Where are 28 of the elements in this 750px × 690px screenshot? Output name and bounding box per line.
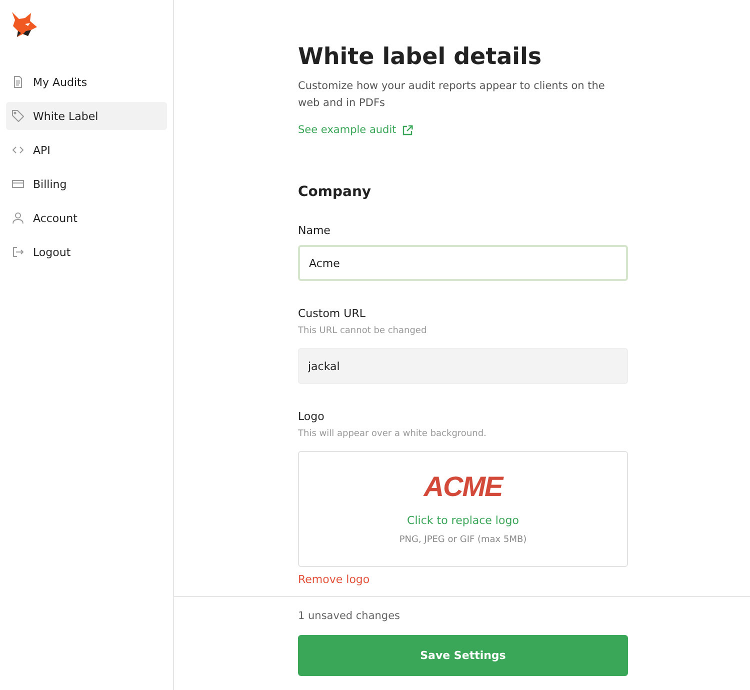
field-label: Logo — [298, 410, 326, 423]
file-format-note: PNG, JPEG or GIF (max 5MB) — [399, 535, 527, 545]
person-icon — [12, 212, 24, 224]
code-icon — [12, 144, 24, 156]
sidebar-item[interactable]: Logout — [6, 238, 167, 266]
input-field[interactable]: Acme — [298, 245, 628, 281]
tag-icon — [12, 110, 24, 122]
field-label: Name — [298, 224, 332, 237]
sidebar-item[interactable]: API — [6, 136, 167, 164]
section-title: Company — [298, 184, 372, 200]
fox-logo-icon — [9, 10, 39, 40]
sidebar-item[interactable]: Account — [6, 204, 167, 232]
page-title: White label details — [298, 44, 543, 70]
logout-icon — [12, 246, 24, 258]
logo-upload-area[interactable]: ACME Click to replace logo PNG, JPEG or GIF (max 5MB) — [298, 451, 628, 567]
credit-card-icon — [12, 178, 24, 190]
sidebar-item[interactable]: Billing — [6, 170, 167, 198]
document-icon — [12, 76, 24, 88]
field-hint: This will appear over a white background. — [298, 429, 488, 439]
company-logo: ACME — [424, 470, 502, 504]
sidebar-item[interactable]: My Audits — [6, 68, 167, 96]
field-label: Custom URL — [298, 307, 366, 320]
sidebar-item[interactable]: White Label — [6, 102, 167, 130]
page-description: Customize how your audit reports appear to clients on the web and in PDFs — [298, 79, 606, 111]
unsaved-status: 1 unsaved changes — [298, 610, 402, 622]
field-hint: This URL cannot be changed — [298, 326, 428, 336]
remove-logo-link[interactable]: Remove logo — [298, 573, 370, 586]
external-link-icon — [402, 124, 414, 136]
